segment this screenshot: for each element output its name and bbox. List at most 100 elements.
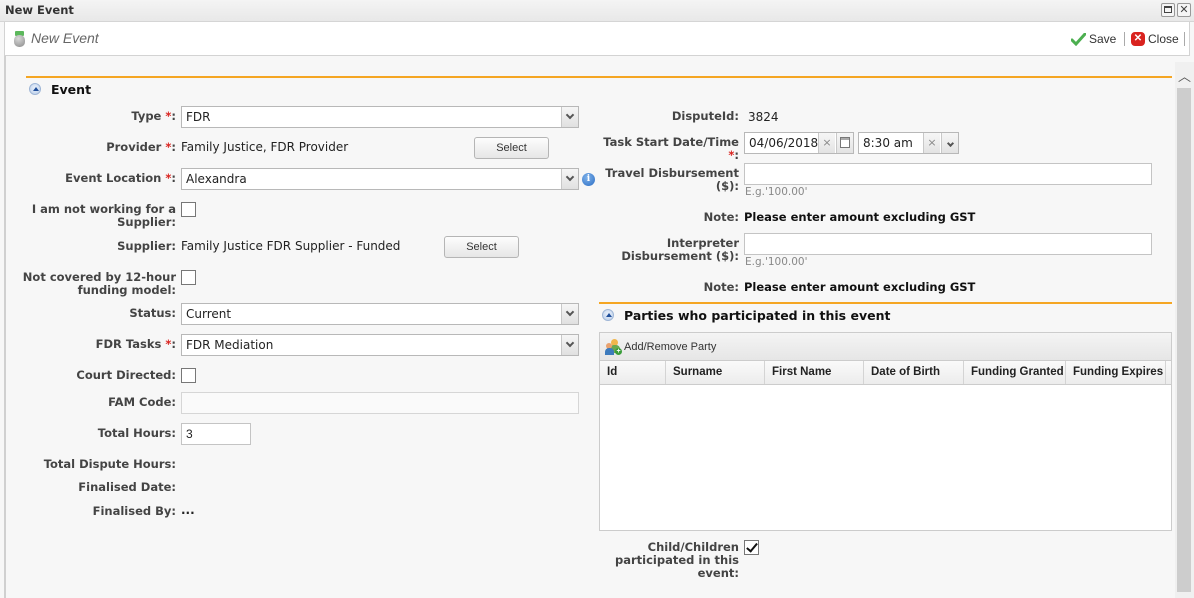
supplier-select-button[interactable]: Select: [444, 236, 519, 258]
close-label: Close: [1148, 32, 1179, 46]
task-start-date-value: 04/06/2018: [749, 136, 819, 150]
event-section-title: Event: [51, 82, 92, 97]
child-participated-checkbox[interactable]: [744, 540, 759, 555]
status-label: Status:: [129, 306, 176, 320]
chevron-down-icon[interactable]: [561, 107, 578, 127]
chevron-down-icon[interactable]: [561, 335, 578, 355]
fdr-tasks-label: FDR Tasks *:: [95, 337, 176, 351]
court-directed-checkbox[interactable]: [181, 368, 196, 383]
not-covered-checkbox[interactable]: [181, 270, 196, 285]
column-header-surname[interactable]: Surname: [666, 361, 765, 384]
not-covered-label: Not covered by 12-hour funding model:: [22, 270, 176, 297]
toolbar-separator: [1124, 32, 1125, 46]
type-value: FDR: [186, 110, 211, 124]
total-hours-label: Total Hours:: [97, 426, 176, 440]
checkmark-icon: [1071, 32, 1086, 46]
parties-grid-toolbar: + Add/Remove Party: [600, 333, 1171, 361]
window-close-button[interactable]: ✕: [1177, 3, 1191, 17]
close-button[interactable]: ✕ Close: [1131, 32, 1179, 46]
clear-time-icon[interactable]: ×: [923, 133, 940, 153]
task-start-date-field[interactable]: 04/06/2018 ×: [744, 132, 854, 154]
task-start-time-value: 8:30 am: [863, 136, 913, 150]
supplier-label: Supplier:: [117, 239, 176, 253]
provider-value: Family Justice, FDR Provider: [181, 140, 349, 154]
fdr-tasks-select[interactable]: FDR Mediation: [181, 334, 579, 356]
clear-date-icon[interactable]: ×: [818, 133, 835, 153]
add-remove-party-label: Add/Remove Party: [624, 341, 717, 353]
form-heading: New Event: [31, 30, 99, 46]
interpreter-disbursement-label: Interpreter Disbursement ($):: [621, 236, 739, 263]
window-title: New Event: [5, 3, 74, 17]
interpreter-hint: E.g.'100.00': [745, 256, 808, 268]
interpreter-disbursement-input[interactable]: [744, 233, 1152, 255]
chevron-down-icon[interactable]: [941, 133, 958, 153]
add-remove-party-button[interactable]: + Add/Remove Party: [605, 339, 716, 355]
provider-label: Provider *:: [106, 140, 176, 154]
travel-disbursement-label: Travel Disbursement ($):: [605, 166, 739, 193]
close-x-icon: ✕: [1131, 32, 1145, 46]
status-select[interactable]: Current: [181, 303, 579, 325]
column-header-funding-granted[interactable]: Funding Granted: [964, 361, 1066, 384]
toolbar-separator: [1184, 32, 1185, 46]
maximize-icon: [1164, 6, 1172, 13]
column-header-funding-expires[interactable]: Funding Expires: [1066, 361, 1166, 384]
not-working-supplier-checkbox[interactable]: [181, 202, 196, 217]
finalised-by-label: Finalised By:: [92, 504, 176, 518]
content-border: [4, 56, 6, 598]
fam-code-input[interactable]: [181, 392, 579, 414]
type-label: Type *:: [131, 109, 176, 123]
add-people-icon: +: [605, 339, 622, 355]
total-hours-input[interactable]: [181, 423, 251, 445]
column-header-first-name[interactable]: First Name: [765, 361, 864, 384]
task-start-time-field[interactable]: 8:30 am ×: [858, 132, 959, 154]
parties-grid-body: [600, 386, 1171, 530]
scroll-up-icon[interactable]: ︿: [1177, 66, 1192, 85]
note-text: Please enter amount excluding GST: [744, 210, 976, 224]
scrollbar-thumb[interactable]: [1177, 88, 1191, 592]
column-header-id[interactable]: Id: [600, 361, 666, 384]
note2-text: Please enter amount excluding GST: [744, 280, 976, 294]
window-titlebar: New Event ✕: [0, 0, 1194, 22]
total-dispute-hours-label: Total Dispute Hours:: [43, 457, 176, 471]
event-document-icon: [14, 31, 25, 47]
supplier-value: Family Justice FDR Supplier - Funded: [181, 239, 401, 253]
form-toolbar: New Event Save ✕ Close: [4, 22, 1190, 56]
parties-section-divider: [599, 302, 1172, 304]
finalised-by-value: ...: [181, 503, 195, 517]
event-location-select[interactable]: Alexandra: [181, 168, 579, 190]
dispute-id-value: 3824: [748, 110, 779, 124]
note2-label: Note:: [703, 280, 739, 294]
event-location-value: Alexandra: [186, 172, 247, 186]
child-participated-label: Child/Children participated in this even…: [615, 540, 739, 580]
close-icon: ✕: [1179, 3, 1189, 16]
collapse-parties-icon[interactable]: [602, 309, 614, 321]
info-icon[interactable]: i: [582, 173, 595, 186]
court-directed-label: Court Directed:: [76, 368, 176, 382]
dispute-id-label: DisputeId:: [671, 109, 739, 123]
fam-code-label: FAM Code:: [108, 395, 176, 409]
parties-grid: + Add/Remove Party Id Surname First Name…: [599, 332, 1172, 531]
collapse-event-icon[interactable]: [29, 83, 41, 95]
column-header-date-of-birth[interactable]: Date of Birth: [864, 361, 964, 384]
chevron-down-icon[interactable]: [561, 169, 578, 189]
event-location-label: Event Location *:: [65, 171, 176, 185]
chevron-down-icon[interactable]: [561, 304, 578, 324]
provider-select-button[interactable]: Select: [474, 137, 549, 159]
not-working-supplier-label: I am not working for a Supplier:: [31, 202, 176, 229]
travel-disbursement-input[interactable]: [744, 163, 1152, 185]
travel-hint: E.g.'100.00': [745, 186, 808, 198]
parties-section-title: Parties who participated in this event: [624, 308, 891, 323]
status-value: Current: [186, 307, 232, 321]
save-label: Save: [1089, 32, 1117, 46]
parties-grid-header: Id Surname First Name Date of Birth Fund…: [600, 361, 1171, 385]
finalised-date-label: Finalised Date:: [78, 480, 176, 494]
fdr-tasks-value: FDR Mediation: [186, 338, 274, 352]
event-section-divider: [26, 76, 1172, 78]
type-select[interactable]: FDR: [181, 106, 579, 128]
maximize-button[interactable]: [1161, 3, 1175, 17]
save-button[interactable]: Save: [1071, 32, 1116, 46]
vertical-scrollbar[interactable]: ︿: [1175, 62, 1194, 598]
calendar-icon[interactable]: [836, 133, 853, 153]
task-start-label: Task Start Date/Time *:: [603, 135, 739, 162]
note-label: Note:: [703, 210, 739, 224]
